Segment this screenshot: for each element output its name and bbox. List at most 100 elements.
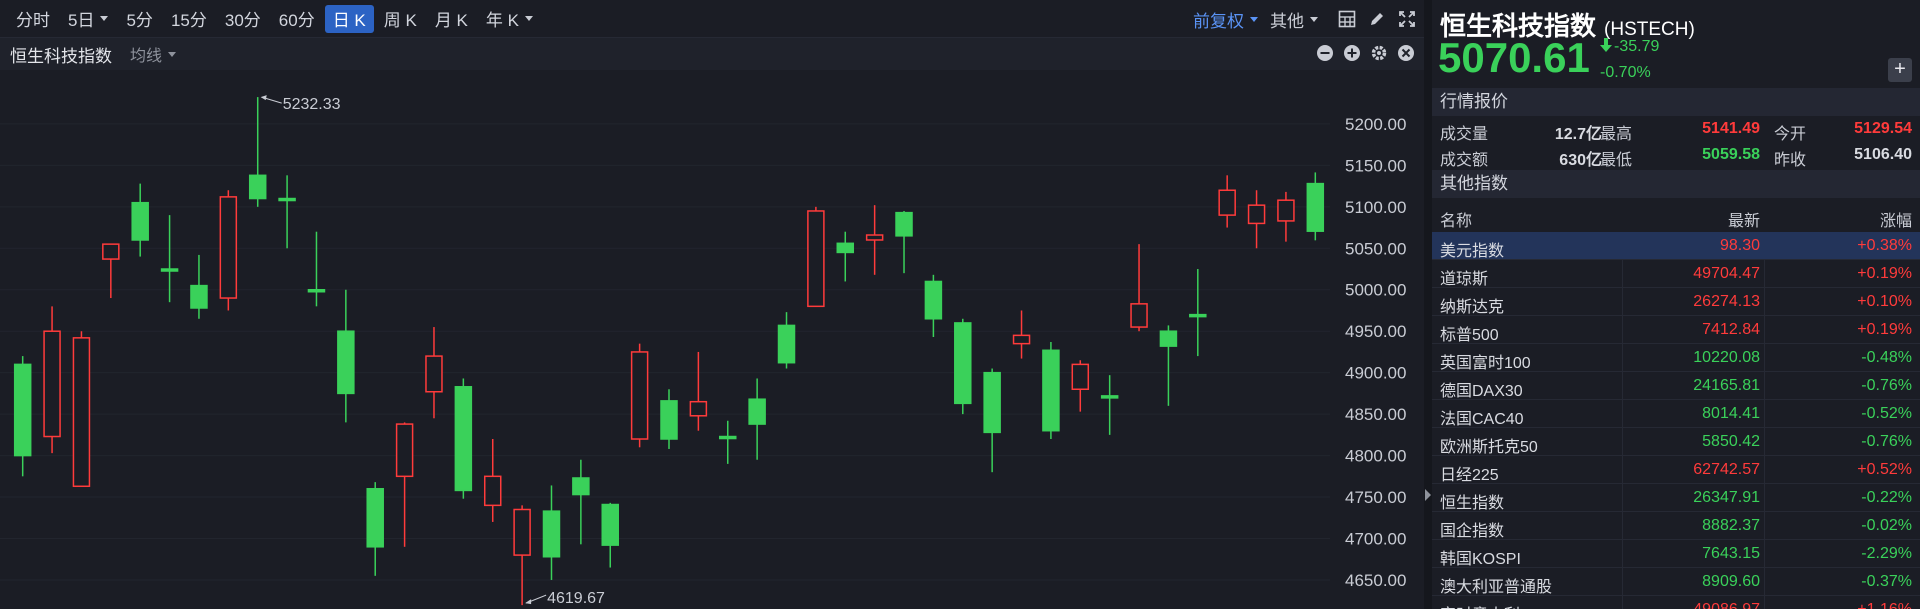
ma-label: 均线 <box>130 48 163 65</box>
candle-body <box>807 210 825 308</box>
candlestick-chart[interactable]: 5200.00 5150.00 5100.00 5050.00 5000.00 4950.… <box>0 70 1424 609</box>
candle-body <box>454 386 473 492</box>
table-row[interactable]: 恒生指数 26347.91 -0.22% <box>1432 484 1920 512</box>
zoom-in-icon[interactable] <box>1342 43 1362 63</box>
chart-instrument-name: 恒生科技指数 <box>10 46 112 66</box>
prev-close-label: 昨收 <box>1774 152 1807 169</box>
y-tick-label: 4850.00 <box>1345 405 1406 424</box>
close-icon[interactable] <box>1396 43 1416 63</box>
chart-grid <box>0 123 1330 581</box>
tf-30min[interactable]: 30分 <box>217 5 269 33</box>
table-row[interactable]: 日经225 62742.57 +0.52% <box>1432 456 1920 484</box>
candle <box>865 205 884 275</box>
candle-body <box>190 284 208 309</box>
y-tick-label: 4650.00 <box>1345 571 1406 590</box>
index-change: -2.29% <box>1861 545 1912 562</box>
fuquan-dropdown[interactable]: 前复权 <box>1193 7 1258 32</box>
tf-5min[interactable]: 5分 <box>118 5 160 33</box>
candle <box>248 97 267 207</box>
table-row[interactable]: 国企指数 8882.37 -0.02% <box>1432 512 1920 540</box>
candle <box>278 175 296 249</box>
price-change: -35.79 <box>1600 38 1659 56</box>
candle-body <box>542 510 561 558</box>
index-change: +0.19% <box>1857 321 1912 338</box>
index-change: -0.52% <box>1861 405 1912 422</box>
candle <box>954 318 972 415</box>
candle <box>160 215 179 303</box>
index-last: 26274.13 <box>1693 293 1760 310</box>
tf-yearly-k[interactable]: 年 K <box>478 5 541 33</box>
candle-body <box>425 355 443 393</box>
table-row[interactable]: 标普500 7412.84 +0.19% <box>1432 316 1920 344</box>
candle-body <box>1247 204 1266 225</box>
candle-body <box>895 211 913 237</box>
table-row[interactable]: 法国CAC40 8014.41 -0.52% <box>1432 400 1920 428</box>
candle-body <box>719 435 737 440</box>
candle <box>1012 310 1031 359</box>
annotation-arrow-icon <box>260 95 267 101</box>
amount-label: 成交额 <box>1440 152 1489 169</box>
zoom-out-icon[interactable] <box>1315 43 1335 63</box>
candle <box>748 378 766 460</box>
price-change-value: -35.79 <box>1614 38 1660 55</box>
table-row[interactable]: 澳大利亚普通股 8909.60 -0.37% <box>1432 568 1920 596</box>
index-last: 62742.57 <box>1693 461 1760 478</box>
grid-layout-icon[interactable] <box>1336 8 1358 30</box>
index-name: 德国DAX30 <box>1440 383 1523 400</box>
gear-icon[interactable] <box>1369 43 1389 63</box>
tf-daily-k[interactable]: 日 K <box>324 4 374 33</box>
index-change: -0.02% <box>1861 517 1912 534</box>
tf-5day[interactable]: 5日 <box>60 5 116 33</box>
candle <box>542 485 561 580</box>
other-dropdown[interactable]: 其他 <box>1270 7 1318 32</box>
volume-label: 成交量 <box>1440 126 1489 143</box>
col-last-header: 最新 <box>1727 213 1760 230</box>
candle <box>425 327 443 419</box>
low-value: 5059.58 <box>1702 146 1760 163</box>
candle-body <box>1130 303 1148 328</box>
candle-body <box>983 371 1001 434</box>
candle-body <box>1100 395 1119 399</box>
add-watchlist-button[interactable]: + <box>1888 58 1912 82</box>
tf-15min[interactable]: 15分 <box>163 5 215 33</box>
index-change: +0.38% <box>1857 237 1912 254</box>
table-row[interactable]: 韩国KOSPI 7643.15 -2.29% <box>1432 540 1920 568</box>
table-row[interactable]: 纳斯达克 26274.13 +0.10% <box>1432 288 1920 316</box>
tf-monthly-k[interactable]: 月 K <box>427 5 476 33</box>
tf-weekly-k[interactable]: 周 K <box>376 5 425 33</box>
indices-table-header: 名称 最新 涨幅 <box>1432 202 1920 230</box>
low-label: 最低 <box>1600 152 1633 169</box>
chart-candles <box>13 97 1325 606</box>
tf-60min[interactable]: 60分 <box>271 5 323 33</box>
candle-body <box>1071 363 1090 391</box>
ma-dropdown[interactable]: 均线 <box>130 42 177 66</box>
fullscreen-icon[interactable] <box>1396 8 1418 30</box>
index-name: 道琼斯 <box>1440 271 1489 288</box>
indices-table: 美元指数 98.30 +0.38% 道琼斯 49704.47 +0.19% 纳斯达克 2627… <box>1432 232 1920 609</box>
index-last: 7643.15 <box>1702 545 1760 562</box>
table-row[interactable]: 英国富时100 10220.08 -0.48% <box>1432 344 1920 372</box>
candle <box>395 422 414 547</box>
candle-body <box>924 280 943 320</box>
y-tick-label: 5150.00 <box>1345 156 1406 175</box>
candle <box>836 231 855 282</box>
y-tick-label: 4700.00 <box>1345 530 1406 549</box>
y-tick-label: 5050.00 <box>1345 239 1406 258</box>
candle-body <box>1306 182 1325 232</box>
table-row[interactable]: 欧洲斯托克50 5850.42 -0.76% <box>1432 428 1920 456</box>
index-change: -0.76% <box>1861 433 1912 450</box>
tf-fenshi[interactable]: 分时 <box>8 5 58 33</box>
collapse-panel-handle[interactable] <box>1424 485 1432 505</box>
pen-draw-icon[interactable] <box>1366 8 1388 30</box>
candle <box>1130 244 1148 332</box>
table-row[interactable]: 美元指数 98.30 +0.38% <box>1432 232 1920 260</box>
index-last: 98.30 <box>1719 237 1760 254</box>
candle-body <box>1189 313 1207 318</box>
index-name: 日经225 <box>1440 467 1499 484</box>
candle <box>924 274 943 338</box>
candle <box>13 356 32 477</box>
candle-body <box>513 508 531 556</box>
table-row[interactable]: 德国DAX30 24165.81 -0.76% <box>1432 372 1920 400</box>
table-row[interactable]: 富时意大利MIB 49086.97 +1.16% <box>1432 596 1920 609</box>
table-row[interactable]: 道琼斯 49704.47 +0.19% <box>1432 260 1920 288</box>
